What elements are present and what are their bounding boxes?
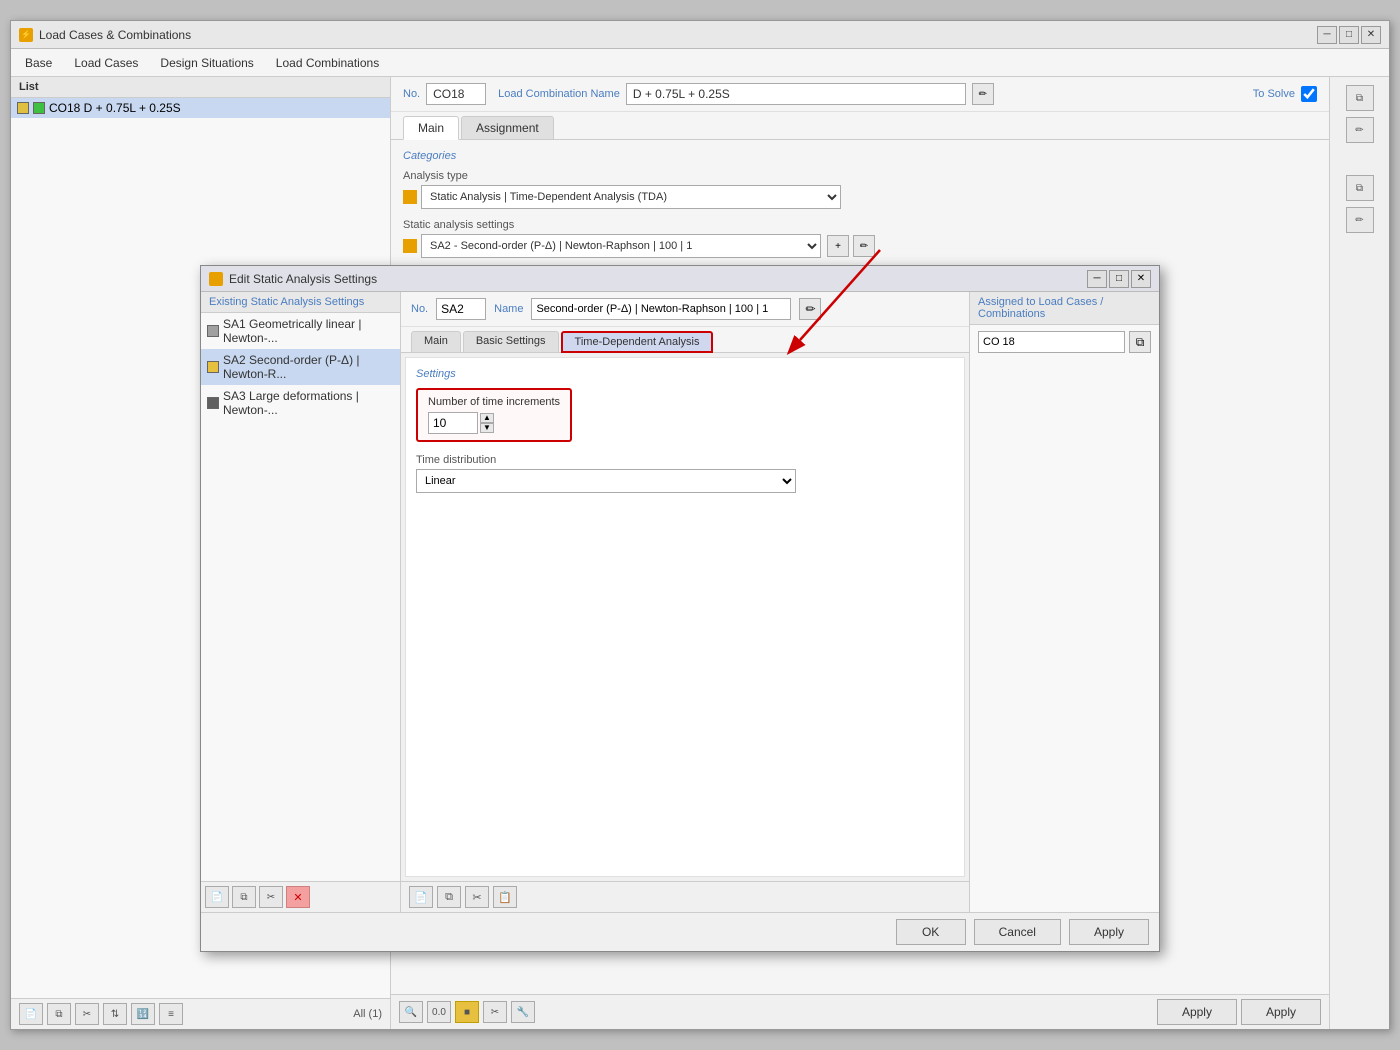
modal-tool-new[interactable]: 📄 <box>205 886 229 908</box>
modal-tab-time-dependent[interactable]: Time-Dependent Analysis <box>561 331 714 353</box>
settings-section-label: Settings <box>416 368 954 380</box>
modal-tool-copy[interactable]: ⧉ <box>232 886 256 908</box>
sa2-label: SA2 Second-order (P-Δ) | Newton-R... <box>223 353 394 381</box>
distribution-label: Time distribution <box>416 454 954 466</box>
spin-down-btn[interactable]: ▼ <box>480 423 494 433</box>
sa3-label: SA3 Large deformations | Newton-... <box>223 389 394 417</box>
modal-bottom-paste[interactable]: 📋 <box>493 886 517 908</box>
modal-name-label: Name <box>494 303 523 315</box>
modal-tabs: Main Basic Settings Time-Dependent Analy… <box>401 327 969 353</box>
sa2-color <box>207 361 219 373</box>
modal-ok-btn[interactable]: OK <box>896 919 966 945</box>
modal-apply-btn[interactable]: Apply <box>1069 919 1149 945</box>
modal-left-toolbar: 📄 ⧉ ✂ ✕ <box>201 881 400 912</box>
modal-no-input[interactable] <box>436 298 486 320</box>
assigned-edit-btn[interactable]: ⧉ <box>1129 331 1151 353</box>
assigned-input[interactable] <box>978 331 1125 353</box>
modal-bottom-cut[interactable]: ✂ <box>465 886 489 908</box>
increments-box: Number of time increments ▲ ▼ <box>416 388 572 442</box>
increments-input[interactable] <box>428 412 478 434</box>
spin-up-btn[interactable]: ▲ <box>480 413 494 423</box>
modal-list-header: Existing Static Analysis Settings <box>201 292 400 313</box>
sa1-label: SA1 Geometrically linear | Newton-... <box>223 317 394 345</box>
modal-body: Existing Static Analysis Settings SA1 Ge… <box>201 292 1159 912</box>
modal-maximize-btn[interactable]: □ <box>1109 270 1129 288</box>
modal-close-btn[interactable]: ✕ <box>1131 270 1151 288</box>
modal-bottom-new[interactable]: 📄 <box>409 886 433 908</box>
modal-list-item-sa3[interactable]: SA3 Large deformations | Newton-... <box>201 385 400 421</box>
modal-cancel-btn[interactable]: Cancel <box>974 919 1061 945</box>
sa1-color <box>207 325 219 337</box>
modal-no-label: No. <box>411 303 428 315</box>
modal-name-edit-btn[interactable]: ✏ <box>799 298 821 320</box>
modal-tool-cancel[interactable]: ✕ <box>286 886 310 908</box>
distribution-group: Time distribution Linear Logarithmic Exp… <box>416 454 954 493</box>
increments-label: Number of time increments <box>428 396 560 408</box>
modal-tool-delete[interactable]: ✂ <box>259 886 283 908</box>
modal-title-bar: Edit Static Analysis Settings ─ □ ✕ <box>201 266 1159 292</box>
modal-right-panel: Assigned to Load Cases / Combinations ⧉ <box>969 292 1159 912</box>
modal-name-input[interactable] <box>531 298 791 320</box>
modal-left-panel: Existing Static Analysis Settings SA1 Ge… <box>201 292 401 912</box>
modal-bottom-copy[interactable]: ⧉ <box>437 886 461 908</box>
modal-list-item-sa2[interactable]: SA2 Second-order (P-Δ) | Newton-R... <box>201 349 400 385</box>
modal-header-row: No. Name ✏ <box>401 292 969 327</box>
modal-icon <box>209 272 223 286</box>
modal-list-item-sa1[interactable]: SA1 Geometrically linear | Newton-... <box>201 313 400 349</box>
modal-tab-basic-settings[interactable]: Basic Settings <box>463 331 559 352</box>
modal-overlay: Edit Static Analysis Settings ─ □ ✕ Exis… <box>0 0 1400 1050</box>
modal-bottom-toolbar: 📄 ⧉ ✂ 📋 <box>401 881 969 912</box>
sa3-color <box>207 397 219 409</box>
modal-right-header: Assigned to Load Cases / Combinations <box>970 292 1159 325</box>
modal-title-text: Edit Static Analysis Settings <box>229 272 377 286</box>
modal-center: No. Name ✏ Main Basic Settings Time-Depe… <box>401 292 969 912</box>
modal-bottom-buttons: OK Cancel Apply <box>201 912 1159 951</box>
modal-settings-area: Settings Number of time increments ▲ ▼ <box>405 357 965 877</box>
modal-tab-main[interactable]: Main <box>411 331 461 352</box>
modal-minimize-btn[interactable]: ─ <box>1087 270 1107 288</box>
spin-buttons: ▲ ▼ <box>480 413 494 433</box>
edit-static-analysis-modal: Edit Static Analysis Settings ─ □ ✕ Exis… <box>200 265 1160 952</box>
distribution-select[interactable]: Linear Logarithmic Exponential <box>416 469 796 493</box>
